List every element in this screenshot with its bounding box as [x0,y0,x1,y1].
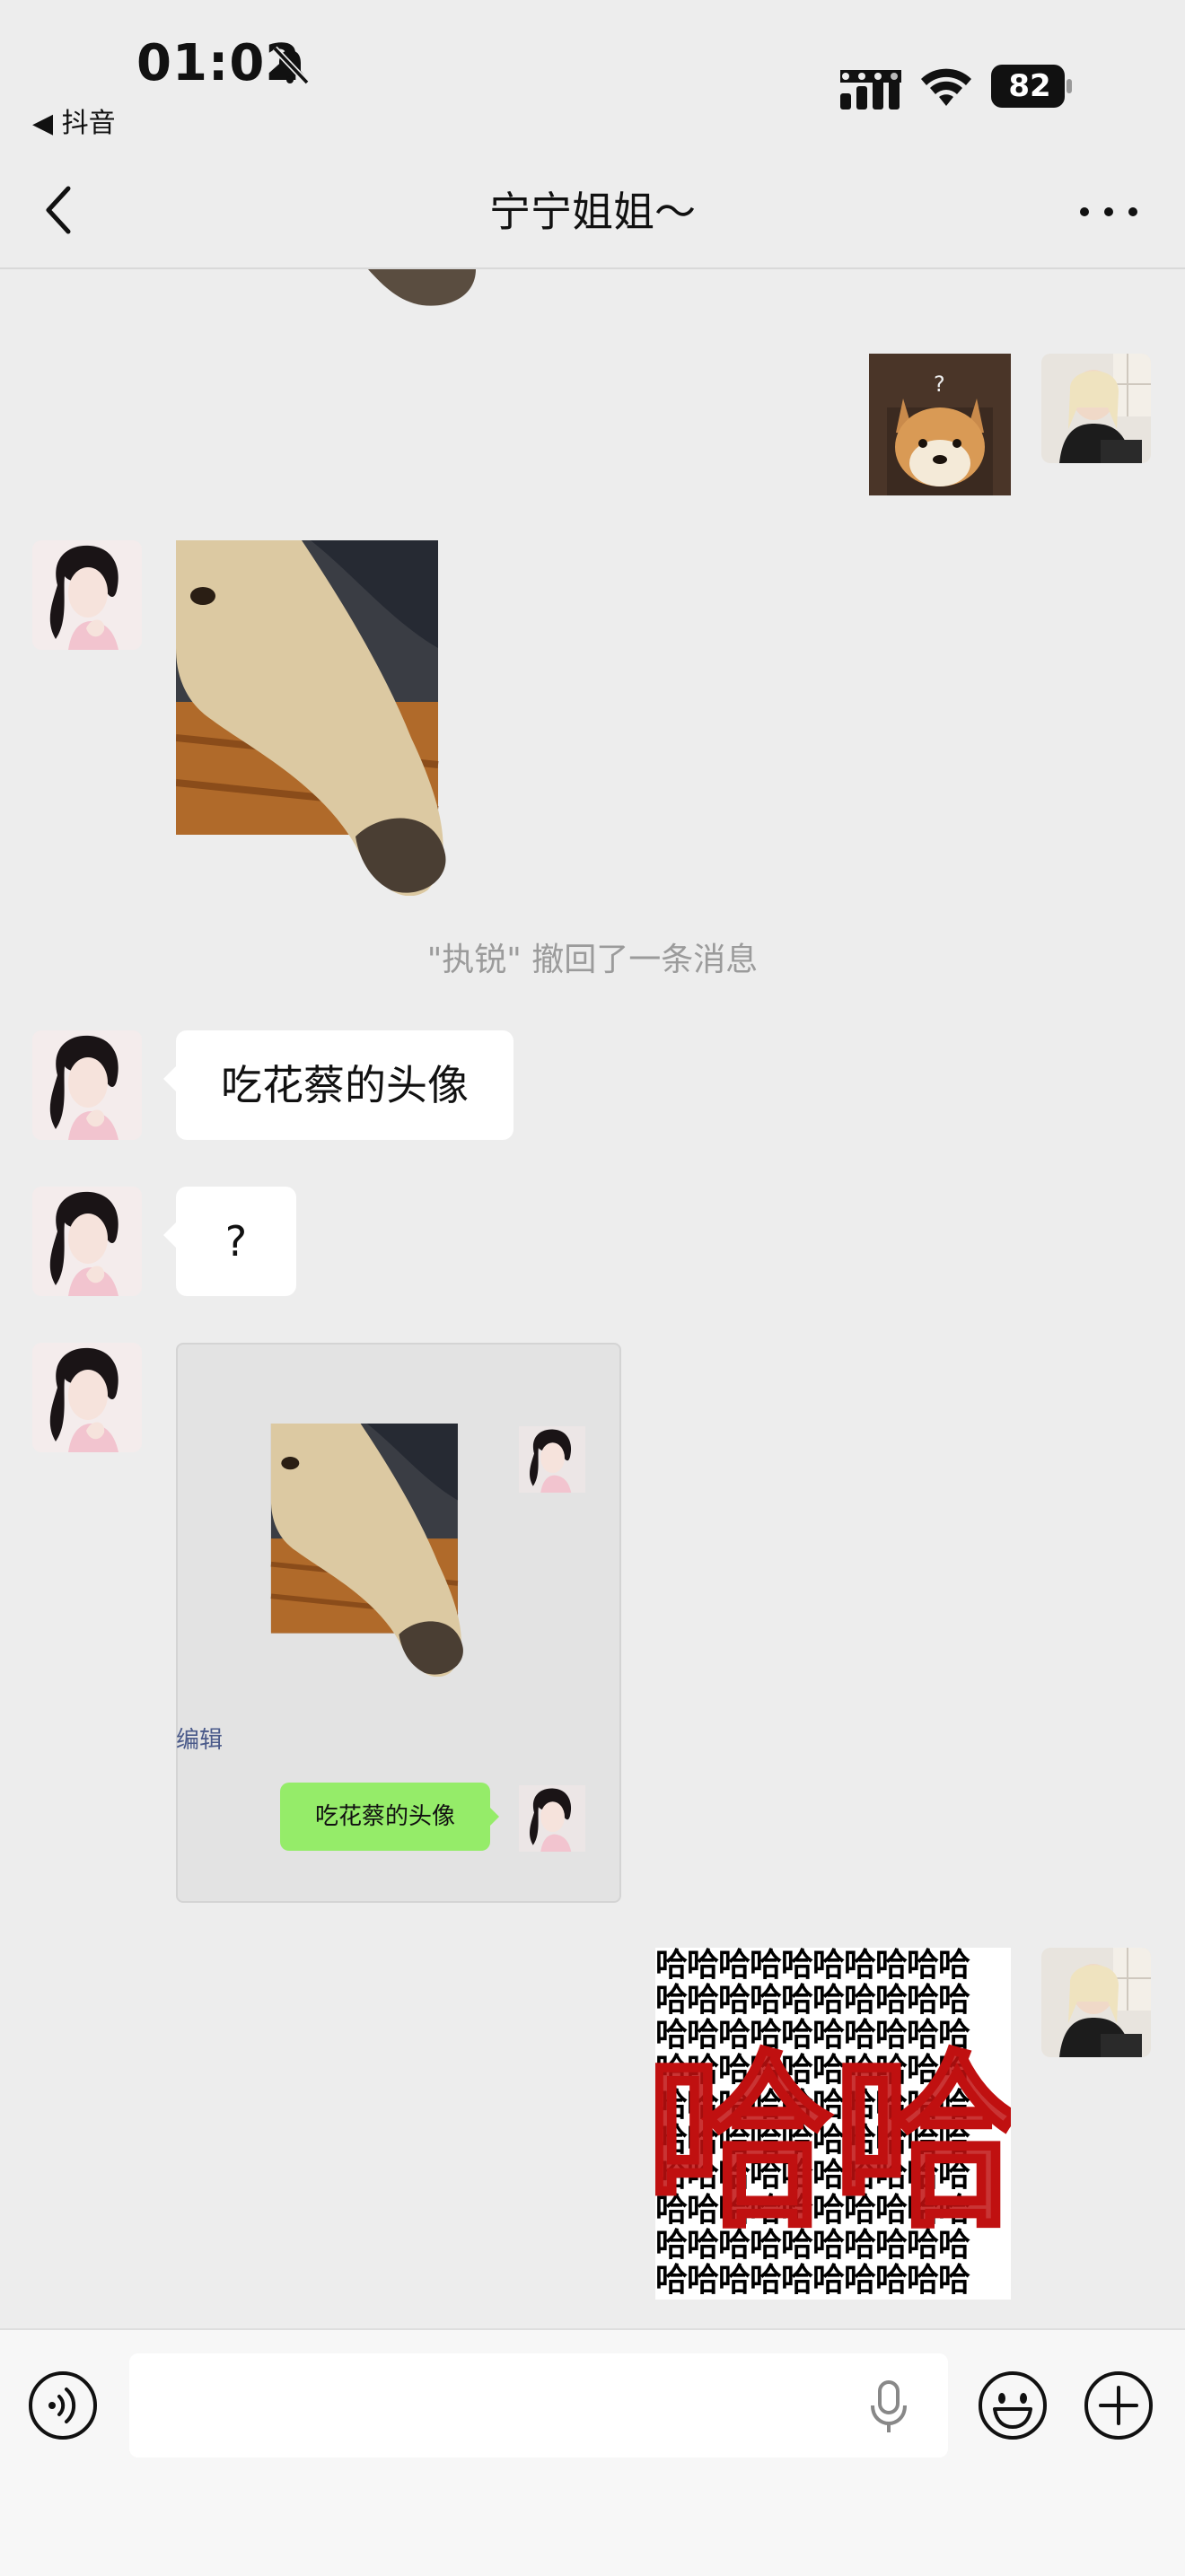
quoted-green-bubble: 吃花蔡的头像 [280,1783,499,1851]
my-avatar[interactable] [1041,354,1151,463]
recall-notice: "执锐" 撤回了一条消息 [426,942,759,978]
contact-avatar[interactable] [32,1030,142,1140]
contact-avatar[interactable] [32,1343,142,1452]
card-avatar-small [519,1426,585,1493]
back-chevron-icon[interactable] [40,183,79,237]
voice-input-toggle-icon[interactable] [27,2370,99,2441]
message-bubble[interactable]: 吃花蔡的头像 [163,1030,514,1140]
haha-big-text: 哈哈 [655,2031,1011,2255]
edit-label: 编辑 [176,1727,224,1754]
cropped-image-top[interactable] [350,269,485,309]
message-bubble[interactable]: ? [163,1187,296,1296]
back-to-app-link[interactable]: ◀ 抖音 [32,101,116,140]
shiba-sticker-image[interactable]: ? [869,354,1011,495]
card-dog-image [270,1424,463,1677]
contact-avatar[interactable] [32,540,142,650]
svg-text:?: ? [934,372,945,397]
mute-bell-icon [272,46,310,85]
card-avatar-small [519,1785,585,1852]
contact-avatar[interactable] [32,1187,142,1296]
wifi-icon [921,68,971,106]
emoji-icon[interactable] [977,2370,1049,2441]
chat-title: 宁宁姐姐～ [489,188,696,236]
message-input[interactable] [129,2353,948,2458]
haha-sticker[interactable]: 哈哈哈哈哈哈哈哈哈哈 哈哈哈哈哈哈哈哈哈哈 哈哈哈哈哈哈哈哈哈哈 哈哈哈哈哈哈哈哈哈哈… [655,1948,1011,2300]
long-nose-dog-image[interactable] [176,540,481,896]
more-options-icon[interactable] [1077,205,1140,219]
battery-level: 82 [1008,68,1051,104]
plus-icon[interactable] [1083,2370,1154,2441]
microphone-icon[interactable] [869,2380,908,2434]
cellular-signal-icon [840,70,901,110]
nav-divider [0,267,1185,269]
my-avatar[interactable] [1041,1948,1151,2057]
svg-text:哈哈: 哈哈 [655,2033,1011,2253]
